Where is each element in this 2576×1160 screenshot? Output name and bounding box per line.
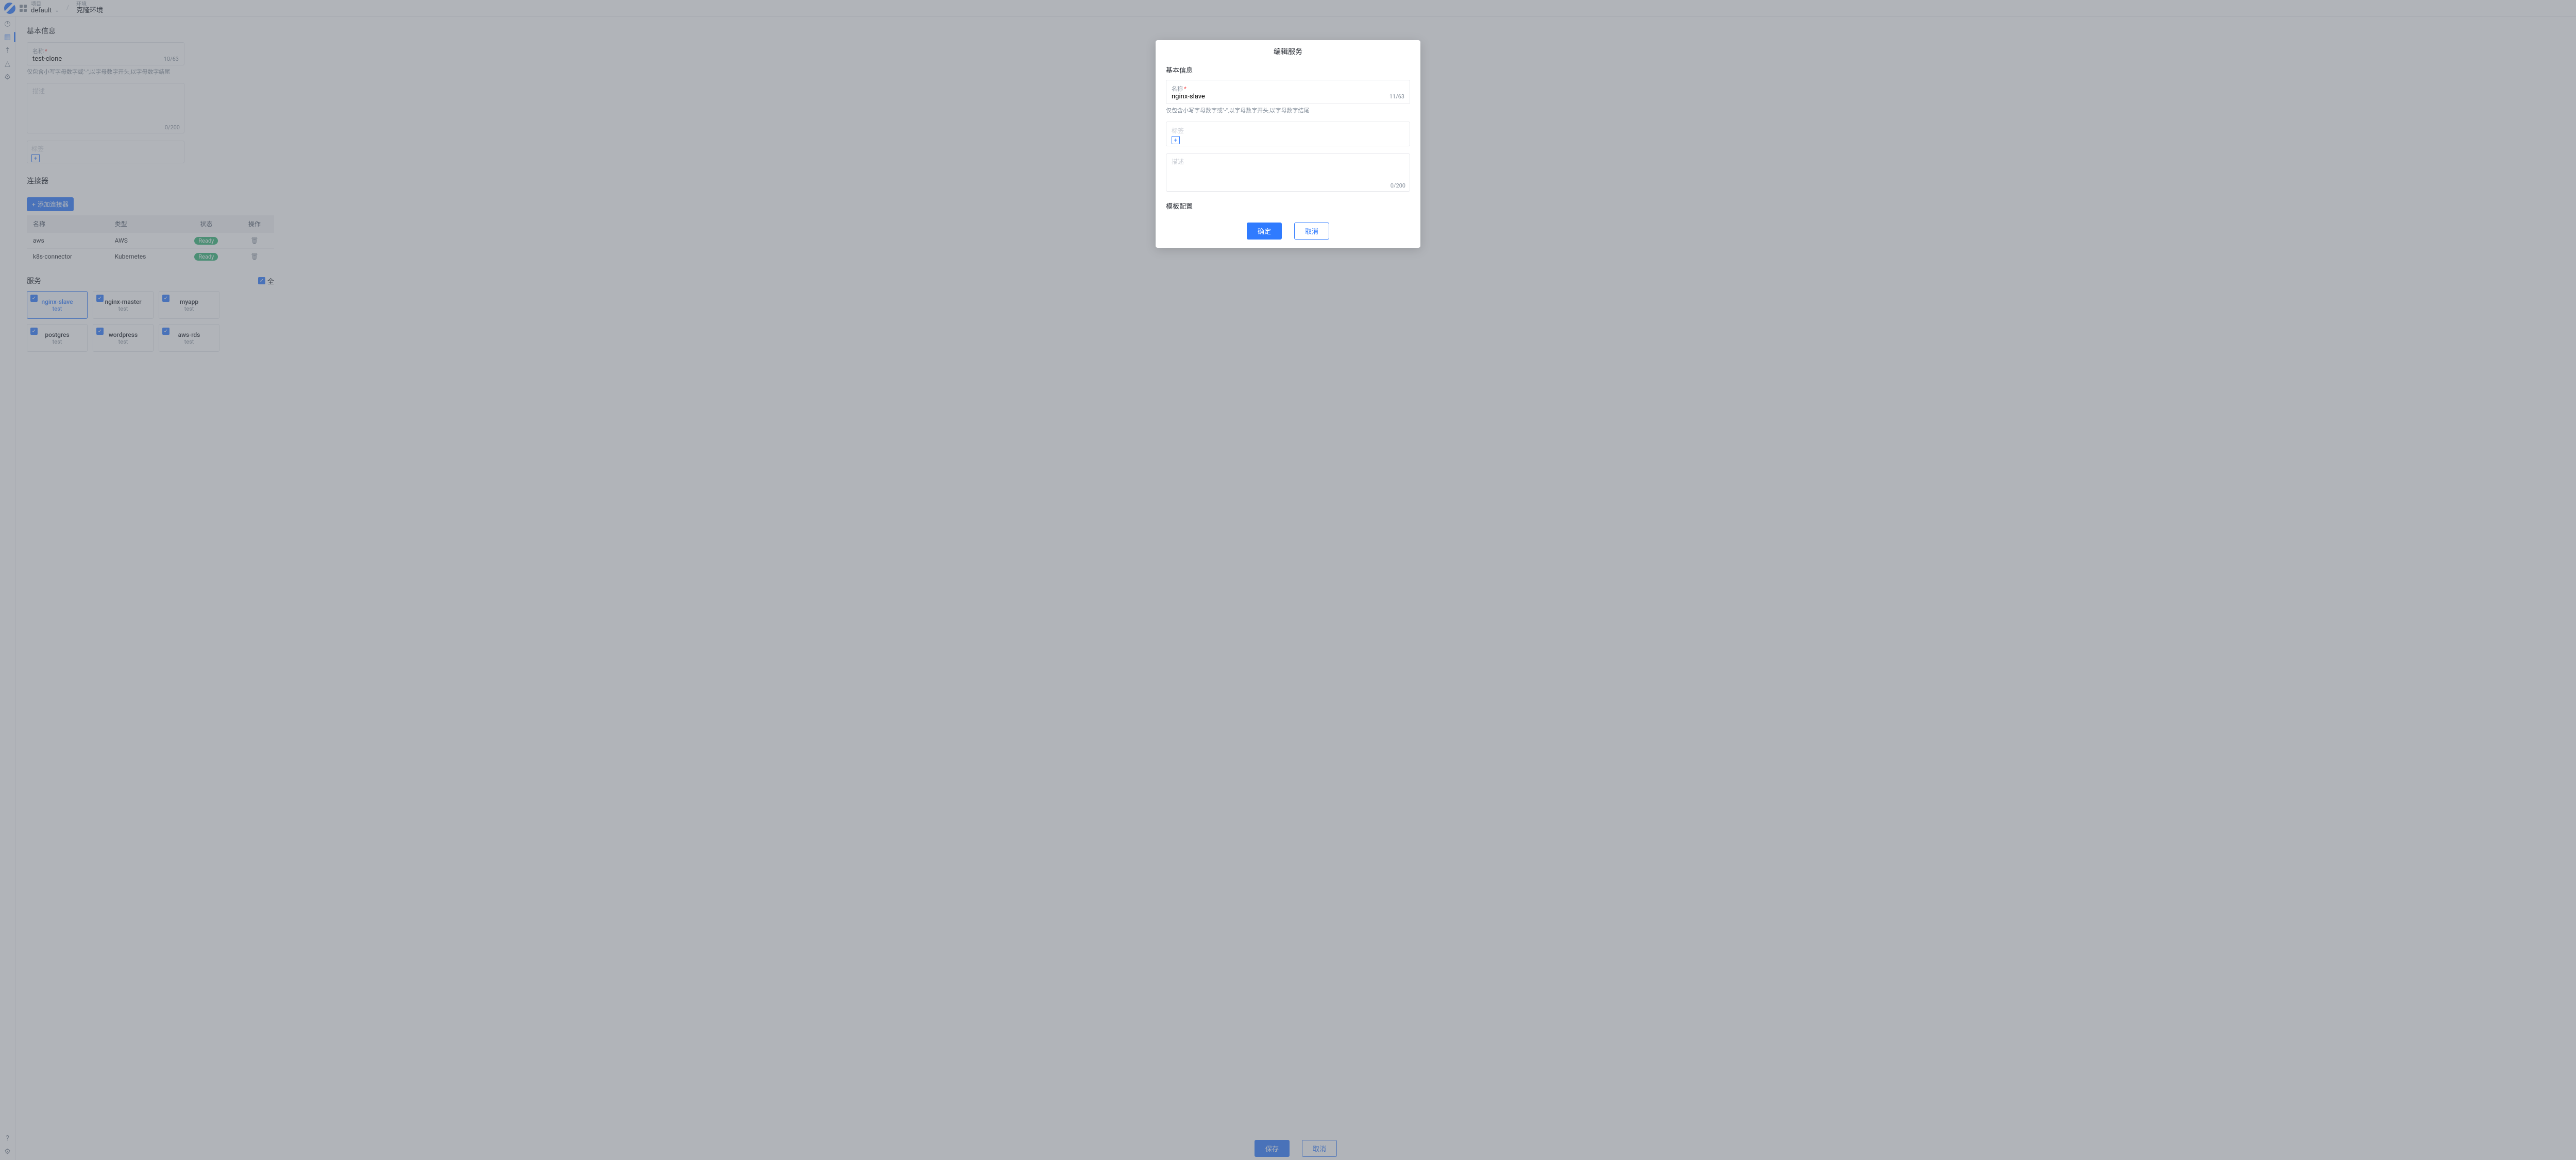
- modal-tag-label: 标签: [1172, 126, 1404, 135]
- modal-template-title: 模板配置: [1166, 201, 1410, 211]
- edit-service-modal: 编辑服务 基本信息 名称* 11/63 仅包含小写字母数字或"-",以字母数字开…: [1156, 40, 1420, 248]
- modal-add-tag-button[interactable]: +: [1172, 136, 1180, 144]
- modal-footer: 确定 取消: [1156, 216, 1420, 248]
- modal-tag-field[interactable]: 标签 +: [1166, 122, 1410, 146]
- modal-desc-field[interactable]: 描述 0/200: [1166, 153, 1410, 192]
- required-mark: *: [1184, 86, 1187, 92]
- modal-basic-title: 基本信息: [1166, 65, 1410, 75]
- modal-ok-button[interactable]: 确定: [1247, 223, 1282, 240]
- modal-desc-placeholder: 描述: [1172, 157, 1184, 166]
- modal-body[interactable]: 基本信息 名称* 11/63 仅包含小写字母数字或"-",以字母数字开头,以字母…: [1156, 62, 1420, 216]
- modal-name-hint: 仅包含小写字母数字或"-",以字母数字开头,以字母数字结尾: [1166, 106, 1410, 114]
- modal-name-label: 名称: [1172, 86, 1183, 92]
- modal-name-count: 11/63: [1389, 93, 1404, 100]
- modal-cancel-button[interactable]: 取消: [1294, 223, 1329, 240]
- modal-name-input[interactable]: [1172, 93, 1389, 100]
- modal-desc-count: 0/200: [1391, 182, 1405, 189]
- modal-name-field[interactable]: 名称* 11/63: [1166, 80, 1410, 104]
- modal-title: 编辑服务: [1156, 40, 1420, 62]
